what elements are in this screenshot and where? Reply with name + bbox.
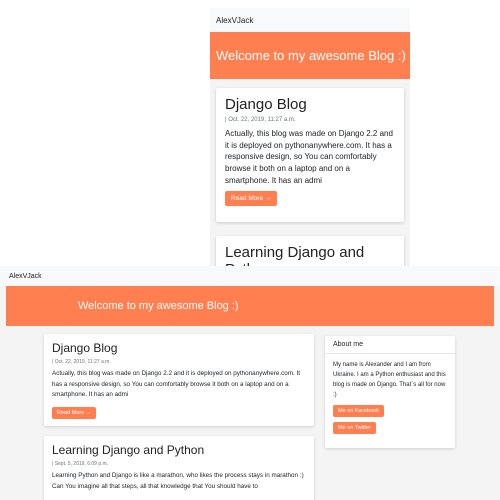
post-title[interactable]: Django Blog	[52, 341, 306, 355]
post-excerpt: Actually, this blog was made on Django 2…	[225, 129, 393, 185]
read-more-button[interactable]: Read More →	[52, 406, 97, 419]
about-text: My name is Alexander and I am from Ukrai…	[333, 362, 446, 398]
read-more-button[interactable]: Read More →	[225, 191, 278, 207]
post-title[interactable]: Learning Django and Python	[52, 443, 306, 457]
hero-banner: Welcome to my awesome Blog :)	[210, 32, 410, 79]
post-date: | Oct. 22, 2019, 11:27 a.m.	[52, 359, 111, 365]
post-date: | Sept. 5, 2019, 6:09 p.m.	[52, 461, 109, 467]
post-title[interactable]: Django Blog	[225, 96, 395, 113]
facebook-button[interactable]: Me on Facebook	[333, 405, 384, 417]
post-excerpt: Learning Python and Django is like a mar…	[52, 472, 304, 490]
post-card: Learning Django and Python | Sept. 5, 20…	[44, 436, 314, 500]
brand-link[interactable]: AlexVJack	[216, 16, 253, 25]
navbar: AlexVJack	[210, 8, 410, 32]
hero-banner: Welcome to my awesome Blog :)	[6, 286, 494, 326]
hero-title: Welcome to my awesome Blog :)	[78, 300, 239, 312]
navbar: AlexVJack	[0, 266, 500, 286]
twitter-button[interactable]: Me on Twitter	[333, 422, 376, 434]
sidebar-title: About me	[325, 336, 455, 354]
desktop-view: AlexVJack Welcome to my awesome Blog :) …	[0, 266, 500, 500]
post-excerpt: Actually, this blog was made on Django 2…	[52, 370, 301, 398]
brand-link[interactable]: AlexVJack	[9, 273, 42, 280]
about-sidebar: About me My name is Alexander and I am f…	[325, 336, 455, 448]
post-card: Learning Django and Python	[216, 236, 404, 266]
hero-title: Welcome to my awesome Blog :)	[216, 48, 406, 63]
post-date: | Oct. 22, 2019, 11:27 a.m.	[225, 117, 296, 124]
post-title[interactable]: Learning Django and Python	[225, 244, 395, 266]
mobile-view: AlexVJack Welcome to my awesome Blog :) …	[210, 8, 410, 266]
post-card: Django Blog | Oct. 22, 2019, 11:27 a.m. …	[44, 334, 314, 426]
post-card: Django Blog | Oct. 22, 2019, 11:27 a.m. …	[216, 88, 404, 222]
